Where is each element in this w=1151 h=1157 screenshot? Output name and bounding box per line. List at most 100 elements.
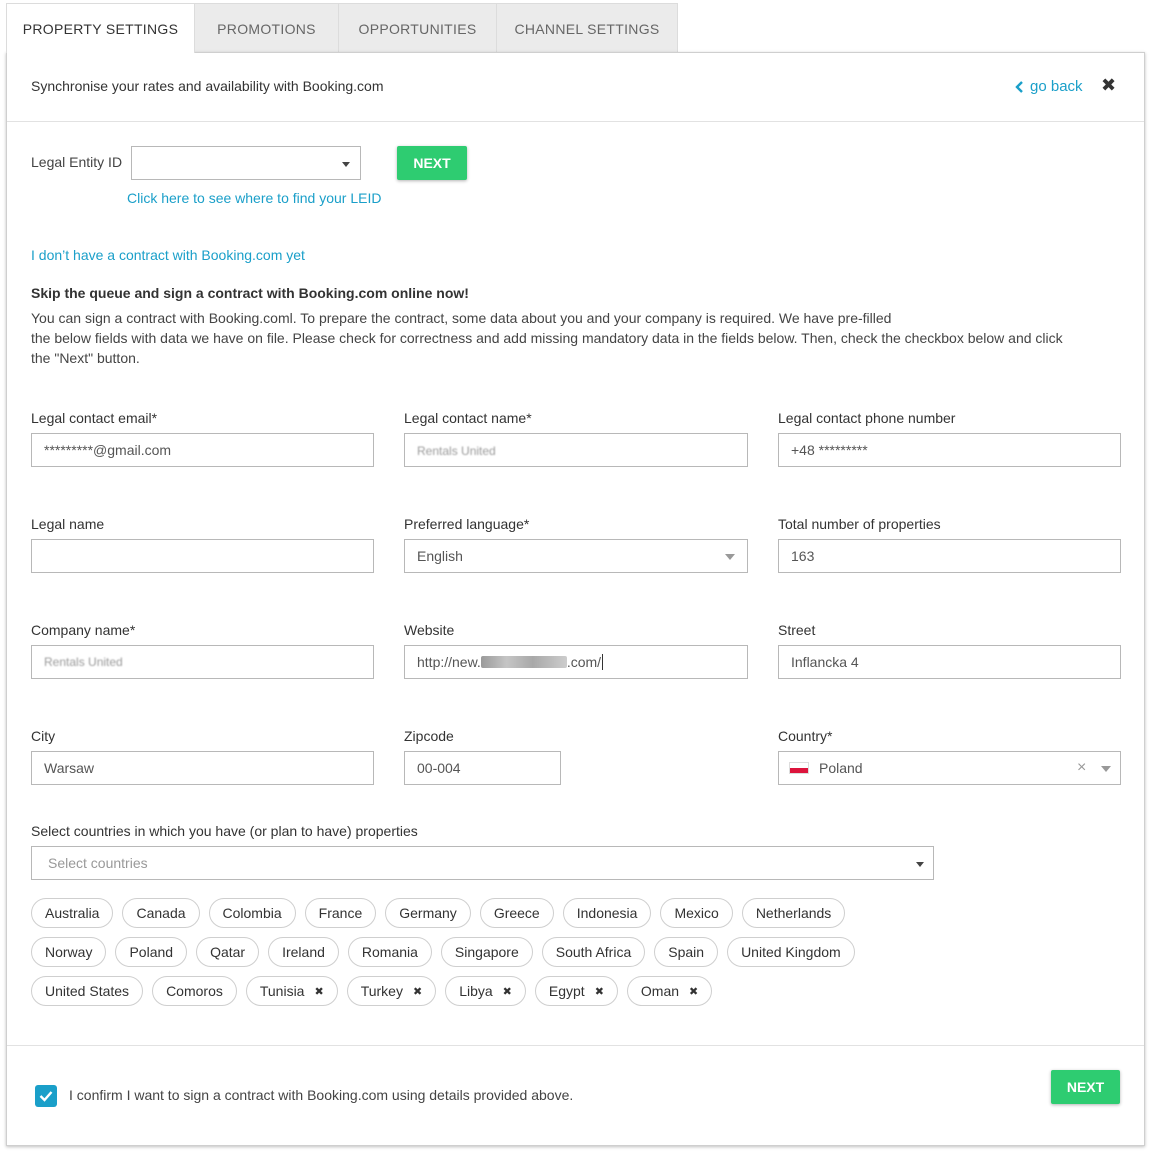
text-cursor xyxy=(602,654,604,670)
total-properties-label: Total number of properties xyxy=(778,516,941,532)
website-suffix: .com/ xyxy=(566,654,602,670)
legal-contact-name-field[interactable]: Rentals United xyxy=(404,433,748,467)
country-chip[interactable]: Poland xyxy=(115,937,188,967)
website-prefix: http://new. xyxy=(417,654,481,670)
intro-heading: Skip the queue and sign a contract with … xyxy=(31,285,469,301)
country-chip[interactable]: United Kingdom xyxy=(727,937,855,967)
panel-title: Synchronise your rates and availability … xyxy=(31,78,384,94)
leid-select[interactable] xyxy=(131,146,361,180)
settings-panel: Synchronise your rates and availability … xyxy=(6,52,1145,1146)
website-redacted xyxy=(480,656,567,668)
country-chip-removable[interactable]: Libya ✖ xyxy=(445,976,526,1006)
confirm-text: I confirm I want to sign a contract with… xyxy=(69,1087,574,1103)
country-chip[interactable]: Comoros xyxy=(152,976,237,1006)
chip-label: Egypt xyxy=(548,983,585,999)
leid-help-link[interactable]: Click here to see where to find your LEI… xyxy=(127,190,381,206)
street-label: Street xyxy=(778,622,816,638)
tab-promotions[interactable]: PROMOTIONS xyxy=(194,3,339,53)
remove-icon[interactable]: ✖ xyxy=(413,985,422,998)
legal-name-label: Legal name xyxy=(31,516,105,532)
country-chip[interactable]: Norway xyxy=(31,937,107,967)
no-contract-link[interactable]: I don’t have a contract with Booking.com… xyxy=(31,247,305,263)
intro-line-1: You can sign a contract with Booking.com… xyxy=(31,310,892,326)
clear-icon[interactable]: × xyxy=(1077,759,1086,777)
country-chip[interactable]: France xyxy=(304,898,377,928)
country-chip[interactable]: South Africa xyxy=(541,937,646,967)
remove-icon[interactable]: ✖ xyxy=(314,985,323,998)
panel-header: Synchronise your rates and availability … xyxy=(7,53,1144,122)
chip-label: Tunisia xyxy=(259,983,305,999)
intro-text: You can sign a contract with Booking.com… xyxy=(31,308,1121,368)
poland-flag-icon xyxy=(789,762,809,774)
legal-contact-name-label: Legal contact name* xyxy=(404,410,532,426)
go-back-link[interactable]: go back xyxy=(1015,78,1083,95)
chevron-left-icon xyxy=(1015,80,1023,93)
confirm-next-button[interactable]: NEXT xyxy=(1051,1070,1120,1104)
city-label: City xyxy=(31,728,56,744)
country-chip-removable[interactable]: Turkey ✖ xyxy=(346,976,437,1006)
street-field[interactable]: Inflancka 4 xyxy=(778,645,1121,679)
preferred-language-label: Preferred language* xyxy=(404,516,530,532)
footer-divider xyxy=(7,1045,1144,1046)
leid-label: Legal Entity ID xyxy=(31,154,123,170)
country-chip[interactable]: Indonesia xyxy=(562,898,652,928)
intro-line-2: the below fields with data we have on fi… xyxy=(31,330,1063,346)
leid-next-button[interactable]: NEXT xyxy=(397,146,467,180)
chevron-down-icon xyxy=(1101,766,1111,772)
countries-select[interactable]: Select countries xyxy=(31,846,934,880)
country-chip-removable[interactable]: Tunisia ✖ xyxy=(245,976,338,1006)
country-chip[interactable]: Greece xyxy=(479,898,554,928)
countries-select-label: Select countries in which you have (or p… xyxy=(31,823,418,839)
country-chip[interactable]: Canada xyxy=(122,898,200,928)
country-value: Poland xyxy=(819,760,863,776)
website-label: Website xyxy=(404,622,455,638)
preferred-language-value: English xyxy=(417,548,463,564)
country-chip[interactable]: Germany xyxy=(385,898,471,928)
chip-label: Libya xyxy=(459,983,493,999)
website-field[interactable]: http://new. .com/ xyxy=(404,645,748,679)
country-chip[interactable]: Spain xyxy=(654,937,719,967)
country-chip[interactable]: Colombia xyxy=(208,898,296,928)
country-chip[interactable]: Mexico xyxy=(660,898,733,928)
country-chip[interactable]: Australia xyxy=(31,898,114,928)
tab-property-settings[interactable]: PROPERTY SETTINGS xyxy=(6,3,195,53)
confirm-checkbox[interactable] xyxy=(35,1085,57,1107)
zipcode-label: Zipcode xyxy=(404,728,454,744)
country-chip[interactable]: Ireland xyxy=(268,937,339,967)
country-chip-row-3: United States Comoros Tunisia ✖ Turkey ✖ L… xyxy=(31,976,721,1006)
tab-channel-settings[interactable]: CHANNEL SETTINGS xyxy=(496,3,678,53)
chevron-down-icon xyxy=(916,862,924,867)
company-name-label: Company name* xyxy=(31,622,136,638)
remove-icon[interactable]: ✖ xyxy=(503,985,512,998)
legal-name-field[interactable] xyxy=(31,539,374,573)
tab-bar: PROPERTY SETTINGS PROMOTIONS OPPORTUNITI… xyxy=(6,3,678,53)
intro-line-3: the "Next" button. xyxy=(31,350,140,366)
checkmark-icon xyxy=(39,1091,53,1102)
legal-contact-name-value: Rentals United xyxy=(417,444,496,458)
remove-icon[interactable]: ✖ xyxy=(595,985,604,998)
chip-label: Oman xyxy=(640,983,680,999)
country-chip[interactable]: Romania xyxy=(347,937,432,967)
country-chip[interactable]: Netherlands xyxy=(741,898,846,928)
go-back-label: go back xyxy=(1030,78,1083,95)
country-chip[interactable]: Singapore xyxy=(440,937,533,967)
country-chip-removable[interactable]: Egypt ✖ xyxy=(534,976,618,1006)
city-field[interactable]: Warsaw xyxy=(31,751,374,785)
remove-icon[interactable]: ✖ xyxy=(689,985,698,998)
tab-opportunities[interactable]: OPPORTUNITIES xyxy=(338,3,497,53)
legal-contact-email-field[interactable]: *********@gmail.com xyxy=(31,433,374,467)
zipcode-field[interactable]: 00-004 xyxy=(404,751,561,785)
country-select[interactable]: Poland × xyxy=(778,751,1121,785)
company-name-field[interactable]: Rentals United xyxy=(31,645,374,679)
chip-label: Turkey xyxy=(360,983,403,999)
country-chip[interactable]: Qatar xyxy=(196,937,260,967)
country-chip-removable[interactable]: Oman ✖ xyxy=(626,976,713,1006)
total-properties-field[interactable]: 163 xyxy=(778,539,1121,573)
preferred-language-select[interactable]: English xyxy=(404,539,748,573)
close-icon[interactable]: ✖ xyxy=(1101,75,1116,96)
countries-select-placeholder: Select countries xyxy=(48,855,148,871)
country-chip[interactable]: United States xyxy=(31,976,144,1006)
company-name-value: Rentals United xyxy=(44,655,123,669)
chevron-down-icon xyxy=(342,162,350,167)
legal-contact-phone-field[interactable]: +48 ********* xyxy=(778,433,1121,467)
